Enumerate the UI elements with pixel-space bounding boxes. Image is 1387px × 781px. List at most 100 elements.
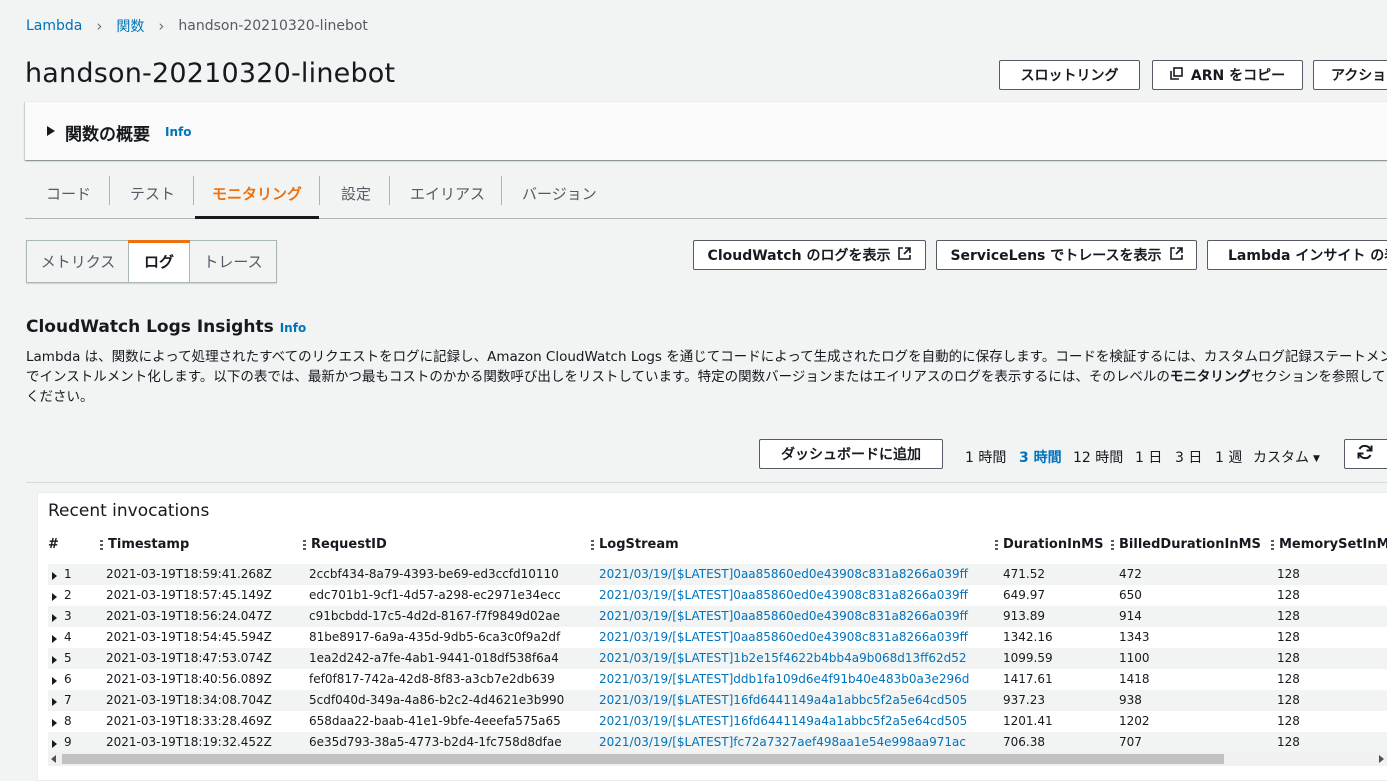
copy-arn-button[interactable]: ARN をコピー <box>1152 60 1303 90</box>
caret-right-icon[interactable] <box>52 677 57 685</box>
column-grip-icon[interactable] <box>1271 538 1274 552</box>
subtab-logs[interactable]: ログ <box>128 240 190 282</box>
table-horizontal-scrollbar[interactable] <box>48 752 1387 766</box>
cell-duration: 1417.61 <box>1003 672 1053 686</box>
description-line: ください。 <box>26 389 94 405</box>
cell-duration: 471.52 <box>1003 567 1045 581</box>
throttle-button-label: スロットリング <box>1020 68 1119 84</box>
tab-settings[interactable]: 設定 <box>341 168 371 218</box>
range-1d[interactable]: 1 日 <box>1135 447 1162 467</box>
cell-requestid: 1ea2d242-a7fe-4ab1-9441-018df538f6a4 <box>309 651 559 665</box>
logs-insights-info-link[interactable]: Info <box>280 321 306 335</box>
cell-logstream[interactable]: 2021/03/19/[$LATEST]0aa85860ed0e43908c83… <box>599 609 968 623</box>
add-to-dashboard-button[interactable]: ダッシュボードに追加 <box>759 439 943 469</box>
cell-logstream[interactable]: 2021/03/19/[$LATEST]0aa85860ed0e43908c83… <box>599 630 968 644</box>
column-header-memory[interactable]: MemorySetInMB <box>1279 537 1387 552</box>
table-row[interactable]: 6 2021-03-19T18:40:56.089Z fef0f817-742a-4… <box>48 669 1387 690</box>
table-row[interactable]: 3 2021-03-19T18:56:24.047Z c91bcbdd-17c5-4… <box>48 606 1387 627</box>
subtab-traces[interactable]: トレース <box>190 241 276 282</box>
scroll-left-icon[interactable] <box>51 755 56 763</box>
cell-logstream[interactable]: 2021/03/19/[$LATEST]0aa85860ed0e43908c83… <box>599 567 968 581</box>
breadcrumb-lambda[interactable]: Lambda <box>26 18 82 34</box>
cell-index: 3 <box>64 609 72 623</box>
column-grip-icon[interactable] <box>100 538 103 552</box>
cell-logstream[interactable]: 2021/03/19/[$LATEST]16fd6441149a4a1abbc5… <box>599 714 967 728</box>
cell-logstream[interactable]: 2021/03/19/[$LATEST]fc72a7327aef498aa1e5… <box>599 735 966 749</box>
scroll-right-icon[interactable] <box>1379 755 1384 763</box>
logs-insights-description: Lambda は、関数によって処理されたすべてのリクエストをログに記録し、Ama… <box>26 347 1387 407</box>
column-header-requestid[interactable]: RequestID <box>311 537 387 552</box>
cell-billed-duration: 707 <box>1119 735 1142 749</box>
chevron-right-icon: › <box>158 17 165 35</box>
caret-right-icon[interactable] <box>52 572 57 580</box>
cell-index: 4 <box>64 630 72 644</box>
tab-divider <box>193 176 194 205</box>
table-row[interactable]: 7 2021-03-19T18:34:08.704Z 5cdf040d-349a-4… <box>48 690 1387 711</box>
caret-right-icon[interactable] <box>52 593 57 601</box>
table-row[interactable]: 8 2021-03-19T18:33:28.469Z 658daa22-baab-4… <box>48 711 1387 732</box>
cell-billed-duration: 1202 <box>1119 714 1150 728</box>
range-custom[interactable]: カスタム ▼ <box>1253 447 1320 467</box>
column-grip-icon[interactable] <box>591 538 594 552</box>
column-header-index: # <box>48 537 59 552</box>
caret-right-icon[interactable] <box>52 719 57 727</box>
range-12h[interactable]: 12 時間 <box>1073 447 1123 467</box>
cell-requestid: 6e35d793-38a5-4773-b2d4-1fc758d8dfae <box>309 735 562 749</box>
cell-requestid: 81be8917-6a9a-435d-9db5-6ca3c0f9a2df <box>309 630 561 644</box>
table-row[interactable]: 9 2021-03-19T18:19:32.452Z 6e35d793-38a5-4… <box>48 732 1387 753</box>
range-1h[interactable]: 1 時間 <box>965 447 1006 467</box>
cell-logstream[interactable]: 2021/03/19/[$LATEST]16fd6441149a4a1abbc5… <box>599 693 967 707</box>
column-header-timestamp[interactable]: Timestamp <box>108 537 189 552</box>
cell-memory: 128 <box>1277 609 1300 623</box>
view-servicelens-traces-button[interactable]: ServiceLens でトレースを表示 <box>936 240 1197 270</box>
range-3h[interactable]: 3 時間 <box>1019 447 1062 467</box>
caret-right-icon[interactable] <box>52 656 57 664</box>
description-line: でインストルメント化します。以下の表では、最新かつ最もコストのかかる関数呼び出し… <box>26 367 1387 387</box>
table-row[interactable]: 4 2021-03-19T18:54:45.594Z 81be8917-6a9a-4… <box>48 627 1387 648</box>
function-overview-panel[interactable]: 関数の概要 Info <box>25 101 1387 160</box>
cell-logstream[interactable]: 2021/03/19/[$LATEST]0aa85860ed0e43908c83… <box>599 588 968 602</box>
breadcrumb-functions[interactable]: 関数 <box>116 16 144 36</box>
view-lambda-insights-button[interactable]: Lambda インサイト の表示 <box>1207 240 1387 270</box>
column-header-billed-duration[interactable]: BilledDurationInMS <box>1119 537 1261 552</box>
tab-test[interactable]: テスト <box>130 168 175 218</box>
cell-billed-duration: 650 <box>1119 588 1142 602</box>
range-1w[interactable]: 1 週 <box>1215 447 1242 467</box>
cell-logstream[interactable]: 2021/03/19/[$LATEST]1b2e15f4622b4bb4a9b0… <box>599 651 967 665</box>
caret-right-icon <box>47 126 55 136</box>
caret-right-icon[interactable] <box>52 614 57 622</box>
refresh-button[interactable] <box>1344 439 1387 469</box>
copy-icon <box>1170 66 1183 84</box>
caret-right-icon[interactable] <box>52 698 57 706</box>
cell-timestamp: 2021-03-19T18:19:32.452Z <box>106 735 272 749</box>
throttle-button[interactable]: スロットリング <box>999 60 1140 90</box>
tab-monitoring[interactable]: モニタリング <box>195 168 319 219</box>
actions-button[interactable]: アクション <box>1313 60 1387 90</box>
scrollbar-thumb[interactable] <box>62 754 1224 764</box>
view-cloudwatch-logs-label: CloudWatch のログを表示 <box>707 248 891 264</box>
column-grip-icon[interactable] <box>303 538 306 552</box>
table-row[interactable]: 1 2021-03-19T18:59:41.268Z 2ccbf434-8a79-4… <box>48 564 1387 585</box>
subtab-metrics[interactable]: メトリクス <box>27 241 129 282</box>
cell-logstream[interactable]: 2021/03/19/[$LATEST]ddb1fa109d6e4f91b40e… <box>599 672 969 686</box>
table-row[interactable]: 2 2021-03-19T18:57:45.149Z edc701b1-9cf1-4… <box>48 585 1387 606</box>
tab-aliases[interactable]: エイリアス <box>410 168 485 218</box>
cell-requestid: fef0f817-742a-42d8-8f83-a3cb7e2db639 <box>309 672 555 686</box>
column-header-duration[interactable]: DurationInMS <box>1003 537 1103 552</box>
cell-timestamp: 2021-03-19T18:54:45.594Z <box>106 630 272 644</box>
column-grip-icon[interactable] <box>1111 538 1114 552</box>
view-cloudwatch-logs-button[interactable]: CloudWatch のログを表示 <box>693 240 926 270</box>
column-header-logstream[interactable]: LogStream <box>599 537 679 552</box>
tab-versions[interactable]: バージョン <box>522 168 597 218</box>
cell-index: 6 <box>64 672 72 686</box>
cell-index: 2 <box>64 588 72 602</box>
table-row[interactable]: 5 2021-03-19T18:47:53.074Z 1ea2d242-a7fe-4… <box>48 648 1387 669</box>
tab-code[interactable]: コード <box>46 168 91 218</box>
range-3d[interactable]: 3 日 <box>1175 447 1202 467</box>
caret-right-icon[interactable] <box>52 635 57 643</box>
cell-index: 7 <box>64 693 72 707</box>
caret-right-icon[interactable] <box>52 740 57 748</box>
overview-info-link[interactable]: Info <box>165 125 191 139</box>
cell-requestid: edc701b1-9cf1-4d57-a298-ec2971e34ecc <box>309 588 561 602</box>
column-grip-icon[interactable] <box>995 538 998 552</box>
